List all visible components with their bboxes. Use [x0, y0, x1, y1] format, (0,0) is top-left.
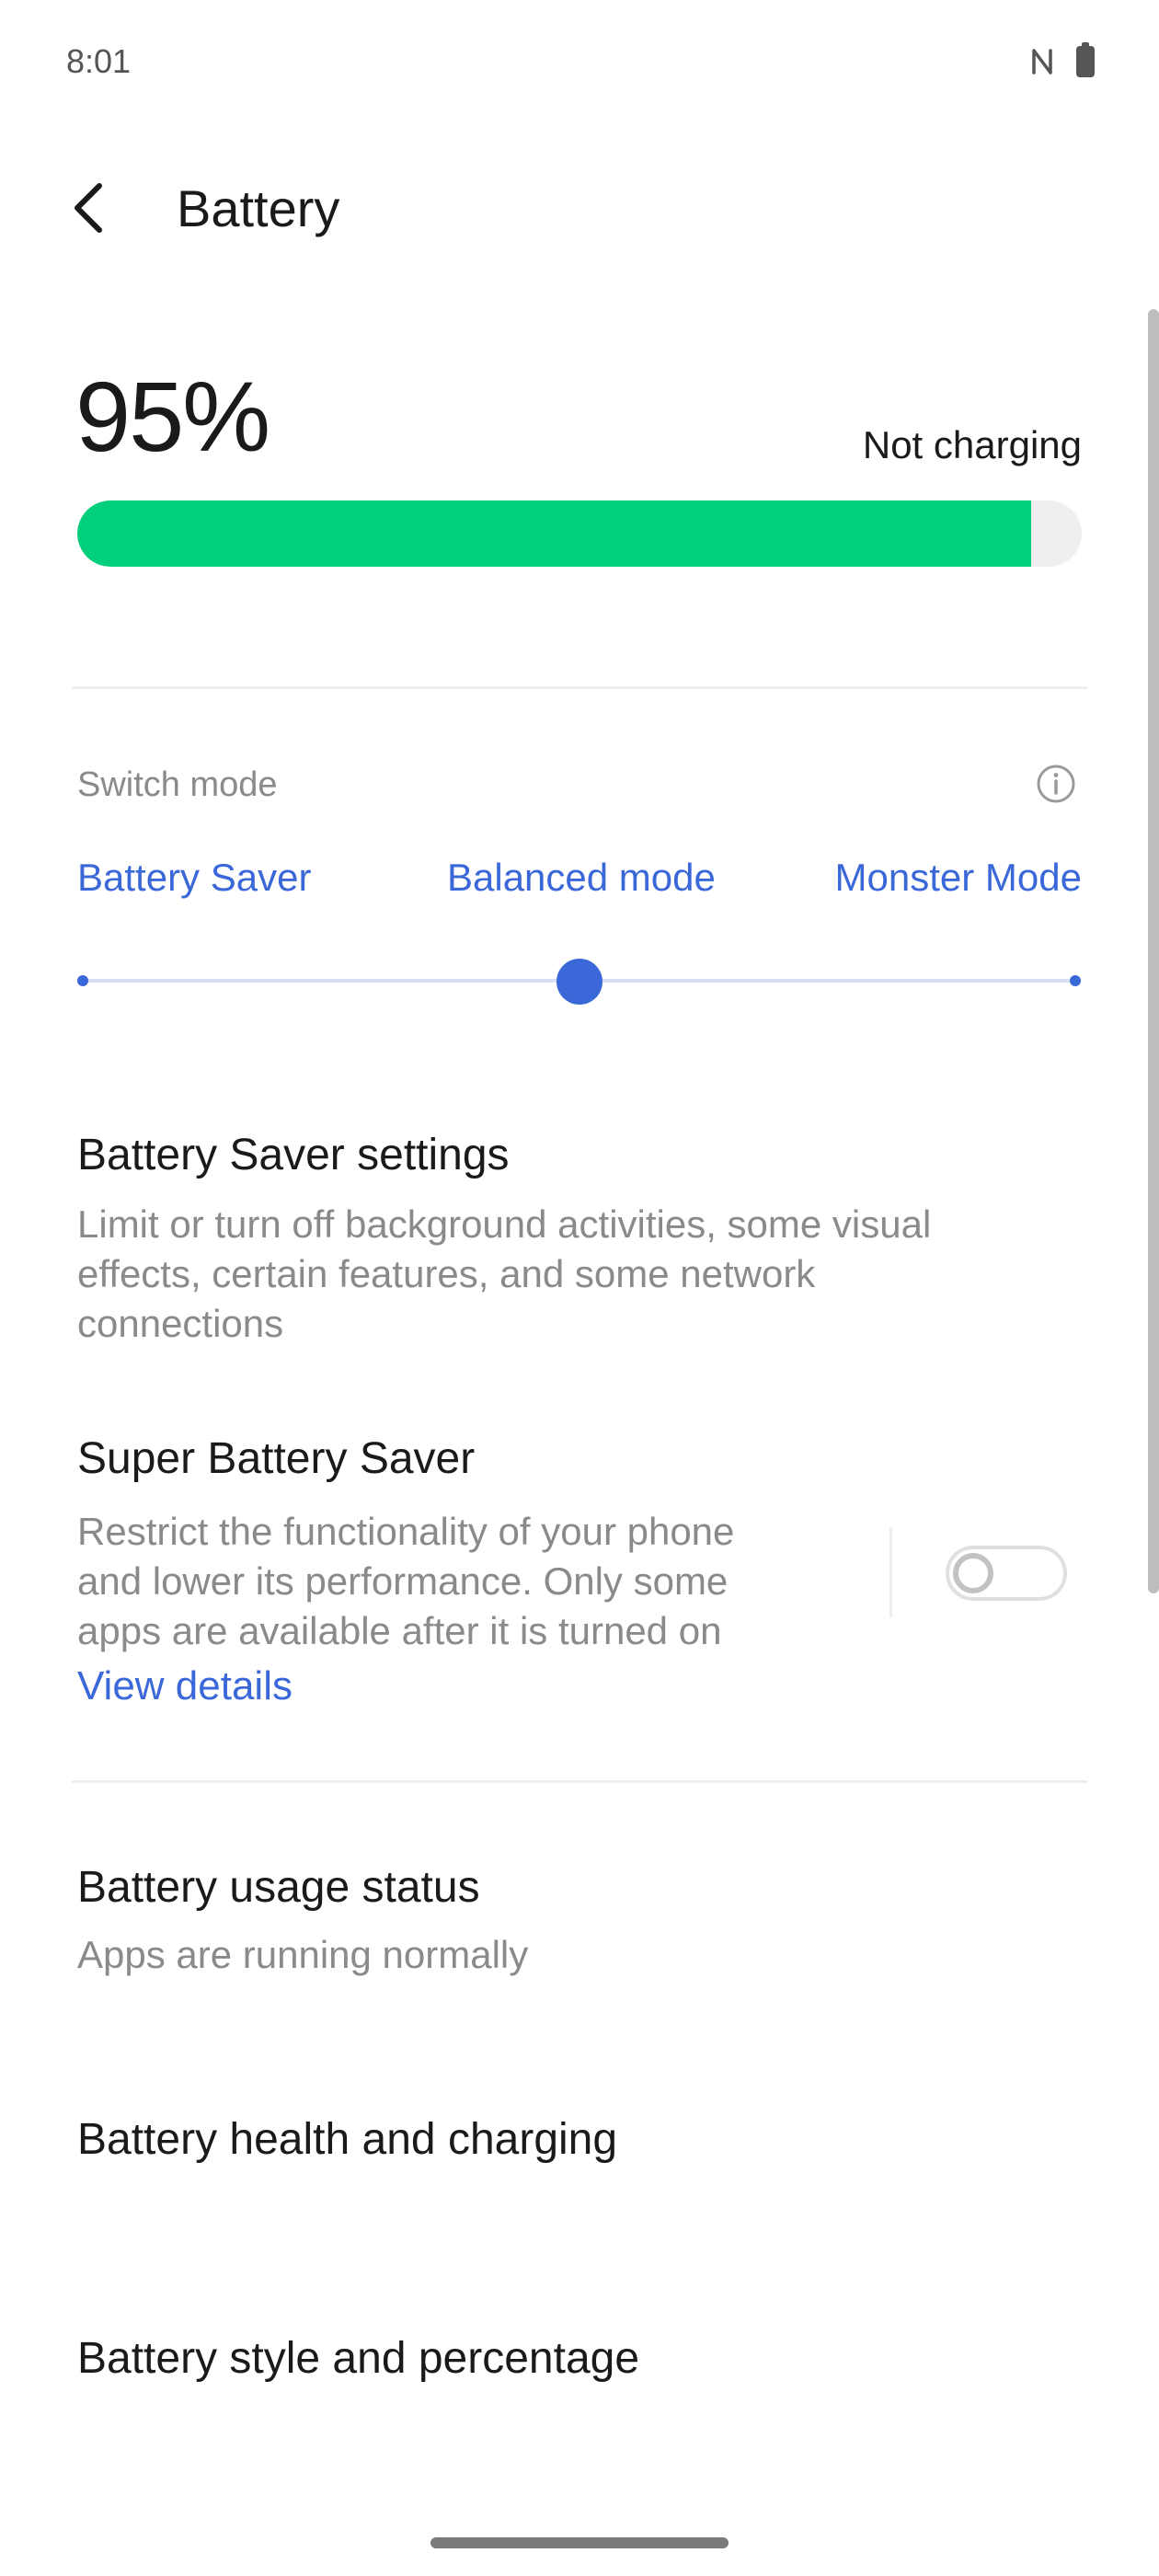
back-button[interactable] [72, 175, 123, 241]
battery-usage-status-title[interactable]: Battery usage status [77, 1862, 480, 1913]
super-battery-saver-toggle[interactable] [946, 1546, 1067, 1601]
home-indicator[interactable] [430, 2537, 729, 2548]
description-line: effects, certain features, and some netw… [77, 1252, 816, 1295]
mode-slider-stop-left[interactable] [77, 975, 88, 986]
status-icons [1030, 42, 1095, 77]
battery-saver-settings-title[interactable]: Battery Saver settings [77, 1130, 510, 1180]
mode-battery-saver[interactable]: Battery Saver [77, 856, 311, 900]
battery-icon [1076, 42, 1095, 77]
switch-mode-label: Switch mode [77, 765, 278, 804]
mode-balanced[interactable]: Balanced mode [447, 856, 716, 900]
charging-status: Not charging [862, 423, 1082, 466]
chevron-left-icon [75, 183, 102, 233]
battery-saver-settings-description: Limit or turn off background activities,… [77, 1200, 931, 1349]
toggle-knob [953, 1553, 993, 1593]
super-battery-saver-title[interactable]: Super Battery Saver [77, 1433, 475, 1484]
info-icon[interactable] [1036, 764, 1076, 804]
mode-slider-thumb[interactable] [557, 959, 602, 1005]
view-details-link[interactable]: View details [77, 1663, 293, 1709]
super-battery-saver-description: Restrict the functionality of your phone… [77, 1507, 734, 1656]
battery-usage-status-subtitle: Apps are running normally [77, 1933, 529, 1976]
vertical-separator [889, 1527, 892, 1617]
description-line: Limit or turn off background activities,… [77, 1202, 932, 1246]
description-line: and lower its performance. Only some [77, 1559, 729, 1603]
divider [72, 686, 1087, 689]
battery-level-bar [77, 500, 1082, 567]
mode-slider-stop-right[interactable] [1070, 975, 1081, 986]
status-time: 8:01 [66, 42, 132, 80]
nfc-icon [1032, 49, 1052, 75]
divider [72, 1780, 1087, 1783]
mode-monster[interactable]: Monster Mode [835, 856, 1082, 900]
battery-percentage: 95% [75, 361, 270, 472]
scrollbar[interactable] [1148, 309, 1159, 1593]
description-line: Restrict the functionality of your phone [77, 1510, 735, 1553]
description-line: apps are available after it is turned on [77, 1609, 722, 1652]
description-line: connections [77, 1302, 284, 1345]
battery-level-fill [77, 500, 1032, 567]
battery-style-title[interactable]: Battery style and percentage [77, 2333, 639, 2384]
battery-health-title[interactable]: Battery health and charging [77, 2114, 617, 2165]
page-title: Battery [177, 179, 340, 237]
